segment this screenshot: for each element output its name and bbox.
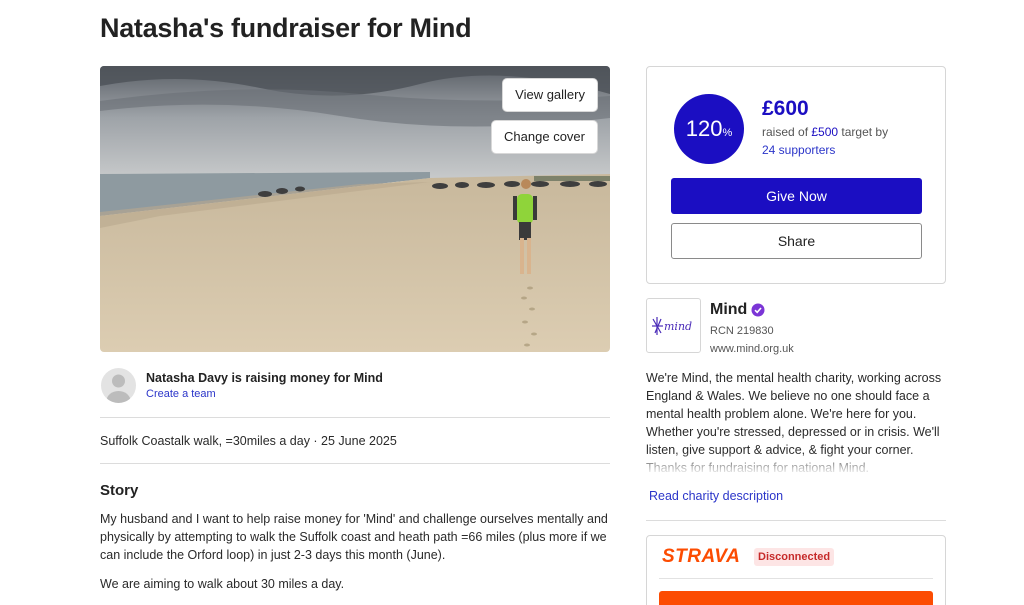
supporters-link[interactable]: 24 supporters: [762, 143, 835, 157]
read-charity-description-link[interactable]: Read charity description: [649, 489, 783, 503]
percent-value: 120: [685, 116, 723, 141]
story-paragraph: We are aiming to walk about 30 miles a d…: [100, 577, 345, 591]
strava-status-badge: Disconnected: [754, 548, 835, 566]
divider: [659, 578, 933, 579]
target-line: raised of £500 target by: [762, 125, 888, 139]
logo-wordmark: mind: [664, 320, 692, 333]
create-team-link[interactable]: Create a team: [146, 388, 216, 400]
charity-rcn: RCN 219830: [710, 325, 774, 337]
charity-name[interactable]: Mind: [710, 301, 747, 319]
amount-raised: £600: [762, 97, 809, 120]
divider: [100, 463, 610, 464]
verified-badge-icon: [751, 303, 765, 317]
page-title: Natasha's fundraiser for Mind: [100, 13, 472, 43]
donation-card: 120% £600 raised of £500 target by 24 su…: [646, 66, 946, 284]
charity-url: www.mind.org.uk: [710, 343, 794, 355]
organiser-row: Natasha Davy is raising money for Mind C…: [100, 366, 610, 418]
charity-logo[interactable]: mind: [646, 298, 701, 353]
divider: [646, 520, 946, 521]
cover-image: View gallery Change cover: [100, 66, 610, 352]
avatar: [101, 368, 136, 403]
share-button[interactable]: Share: [671, 223, 922, 259]
strava-connect-button[interactable]: [659, 591, 933, 605]
change-cover-button[interactable]: Change cover: [491, 120, 598, 154]
target-amount: £500: [811, 125, 839, 139]
description-fade: [646, 452, 946, 474]
target-suffix: target by: [838, 125, 889, 139]
story-heading: Story: [100, 482, 139, 499]
percent-sign: %: [722, 127, 733, 139]
event-details: Suffolk Coastalk walk, =30miles a day · …: [100, 434, 397, 448]
organiser-text: Natasha Davy is raising money for Mind: [146, 371, 383, 385]
strava-card: STRAVA Disconnected: [646, 535, 946, 605]
progress-circle: 120%: [674, 94, 744, 164]
story-paragraph: My husband and I want to help raise mone…: [100, 512, 608, 562]
raised-of-text: raised of: [762, 125, 812, 139]
strava-logo: STRAVA: [662, 546, 741, 567]
view-gallery-button[interactable]: View gallery: [502, 78, 598, 112]
give-now-button[interactable]: Give Now: [671, 178, 922, 214]
